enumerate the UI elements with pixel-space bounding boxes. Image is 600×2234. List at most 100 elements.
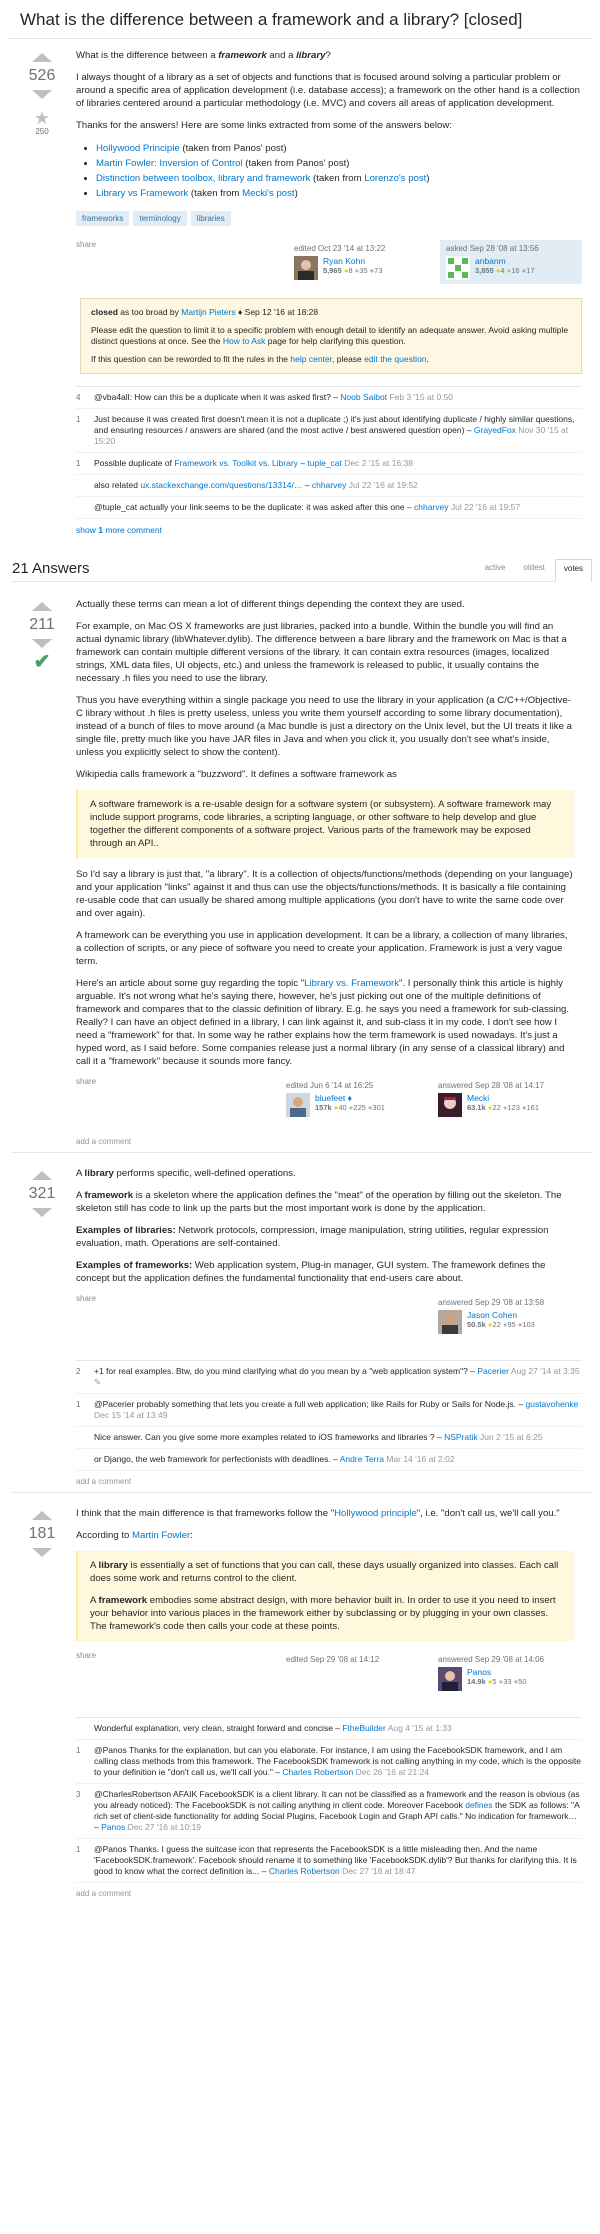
signatures: edited Oct 23 '14 at 13:22 Ryan Kohn 5,9… [288,240,582,284]
downvote-arrow-icon[interactable] [32,90,52,99]
add-comment-link[interactable]: add a comment [76,1471,582,1492]
comment-user[interactable]: NSPratik [444,1432,478,1442]
upvote-arrow-icon[interactable] [32,1171,52,1180]
comment-user[interactable]: Andre Terra [340,1454,384,1464]
comment-text: Nice answer. Can you give some more exam… [94,1432,445,1442]
link[interactable]: Library vs. Framework [304,978,399,989]
comment-link[interactable]: Framework vs. Toolkit vs. Library [174,458,298,468]
add-comment-link[interactable]: add a comment [76,1131,574,1152]
share-link[interactable]: share [76,1077,96,1086]
share-link[interactable]: share [76,1294,96,1303]
reputation-score: 157k [315,1103,332,1112]
link[interactable]: Martin Fowler [132,1530,190,1541]
text: more comment [102,525,162,535]
comment-user[interactable]: Charles Robertson [282,1767,353,1777]
link[interactable]: Hollywood Principle [96,143,180,154]
downvote-arrow-icon[interactable] [32,1548,52,1557]
user-name[interactable]: bluefeet ♦ [315,1093,352,1103]
comment-user[interactable]: FtheBuilder [342,1723,385,1733]
avatar[interactable] [286,1093,310,1117]
avatar[interactable] [438,1093,462,1117]
edit-history-link[interactable]: edited Sep 29 '08 at 14:12 [286,1655,379,1664]
link[interactable]: Lorenzo's post [364,173,426,184]
link[interactable]: Martin Fowler: Inversion of Control [96,158,243,169]
link[interactable]: Library vs Framework [96,188,188,199]
tab-active[interactable]: active [477,559,514,577]
share-link[interactable]: share [76,1651,96,1660]
comment-user[interactable]: Pacerier [477,1366,509,1376]
edit-history-link[interactable]: edited Oct 23 '14 at 13:22 [294,244,385,253]
comment: 1 @Panos Thanks for the explanation, but … [76,1740,582,1784]
comment-body: Wonderful explanation, very clean, strai… [94,1723,582,1734]
comment-date: Dec 15 '14 at 13:49 [94,1410,168,1420]
avatar[interactable] [438,1310,462,1334]
help-center-link[interactable]: help center [290,354,332,364]
downvote-arrow-icon[interactable] [32,639,52,648]
comment-user[interactable]: Noob Saibot [340,392,387,402]
text: and a [266,50,297,61]
tab-votes[interactable]: votes [554,559,592,582]
avatar[interactable] [438,1667,462,1691]
comment-user[interactable]: GrayedFox [474,425,516,435]
user-details: anbanm 3,855 ●4 ●16 ●17 [475,256,535,280]
user-name[interactable]: Ryan Kohn [323,256,365,266]
user-name[interactable]: anbanm [475,256,506,266]
comment-user[interactable]: tuple_cat [307,458,342,468]
edit-question-link[interactable]: edit the question [364,354,426,364]
moderator-link[interactable]: Martijn Pieters [181,307,235,317]
answer-post: 181 I think that the main difference is … [12,1493,592,1705]
upvote-arrow-icon[interactable] [32,1511,52,1520]
user-name[interactable]: Jason Cohen [467,1310,517,1320]
how-to-ask-link[interactable]: How to Ask [223,336,266,346]
avatar[interactable] [294,256,318,280]
edited-date[interactable]: edited Oct 23 '14 at 13:22 [294,244,424,253]
text: ", i.e. "don't call us, we'll call you." [416,1508,560,1519]
user-details: Panos 14.9k ●5 ●33 ●50 [467,1667,527,1691]
answer-post: 211 ✔ Actually these terms can mean a lo… [12,582,592,1152]
text: Here's an article about some guy regardi… [76,978,305,989]
link[interactable]: Distinction between toolbox, library and… [96,173,310,184]
vote-cell: 211 ✔ [20,598,64,1152]
emphasis: Examples of frameworks: [76,1260,193,1271]
tag-frameworks[interactable]: frameworks [76,211,130,226]
show-more-comments[interactable]: show 1 more comment [76,519,582,535]
tag-libraries[interactable]: libraries [190,211,231,226]
editor-signature: edited Oct 23 '14 at 13:22 Ryan Kohn 5,9… [288,240,430,284]
downvote-arrow-icon[interactable] [32,1208,52,1217]
comment-score: 1 [76,1746,81,1755]
comment: 1 Possible duplicate of Framework vs. Too… [76,453,582,475]
text: embodies some abstract design, with more… [90,1595,556,1632]
comment-link[interactable]: defines [465,1800,492,1810]
edit-history-link[interactable]: edited Jun 6 '14 at 16:25 [286,1081,373,1090]
comment-user[interactable]: gustavohenke [525,1399,578,1409]
reputation-score: 50.5k [467,1320,486,1329]
favorite-star-icon[interactable]: ★ [34,109,50,127]
bronze-count: 17 [526,266,535,275]
upvote-arrow-icon[interactable] [32,602,52,611]
user-name[interactable]: Mecki [467,1093,489,1103]
silver-count: 95 [507,1320,516,1329]
share-link[interactable]: share [76,240,96,249]
avatar[interactable] [446,256,470,280]
text: show [76,525,99,535]
link[interactable]: Hollywood principle [334,1508,417,1519]
gold-count: 22 [492,1103,501,1112]
bronze-count: 103 [522,1320,535,1329]
user-name[interactable]: Panos [467,1667,491,1677]
comment-user[interactable]: Charles Robertson [269,1866,340,1876]
add-comment-link[interactable]: add a comment [76,1883,582,1904]
question-body: What is the difference between a framewo… [64,49,592,294]
comment-user[interactable]: Panos [101,1822,125,1832]
question-title[interactable]: What is the difference between a framewo… [8,0,592,39]
comment-user[interactable]: chharvey [414,502,449,512]
tab-oldest[interactable]: oldest [516,559,553,577]
comment-user[interactable]: chharvey [312,480,347,490]
link[interactable]: Mecki's post [242,188,294,199]
comment-link[interactable]: ux.stackexchange.com/questions/13314/… [140,480,302,490]
text: performs specific, well-defined operatio… [113,1168,296,1179]
upvote-arrow-icon[interactable] [32,53,52,62]
comment: also related ux.stackexchange.com/questi… [76,475,582,497]
tag-terminology[interactable]: terminology [133,211,187,226]
comment: 4 @vba4all: How can this be a duplicate w… [76,387,582,409]
comment: @tuple_cat actually your link seems to b… [76,497,582,519]
